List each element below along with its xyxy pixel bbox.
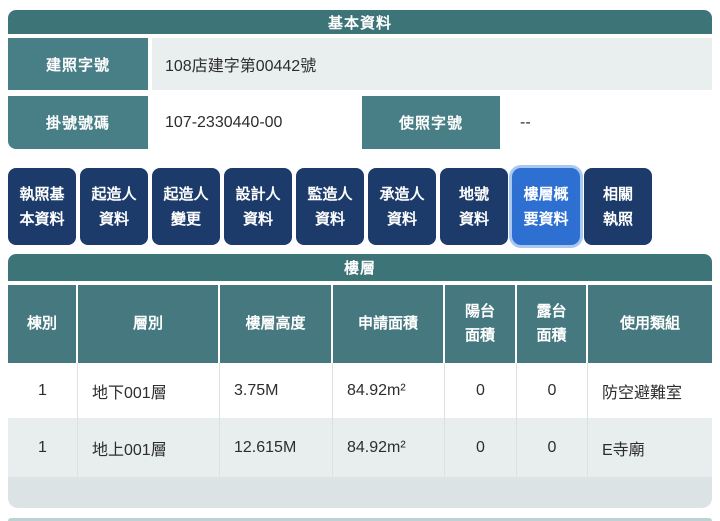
floor-table-title: 樓層 [343, 260, 376, 277]
section-tabs: 執照基 本資料 起造人 資料 起造人 變更 設計人 資料 監造人 資料 承造人 資料 地號資… [8, 168, 712, 245]
usage-permit-label: 使照字號 [362, 96, 500, 149]
registration-number-label: 掛號號碼 [8, 96, 148, 149]
col-header-applied-area: 申請面積 [333, 285, 445, 363]
table-row: 1 地下001層 3.75M 84.92m² 0 0 防空避難室 [8, 363, 712, 418]
cell-floor-height: 12.615M [220, 418, 333, 477]
tab-floor-summary-info[interactable]: 樓層概 要資料 [512, 168, 580, 245]
col-header-usage-group: 使用類組 [588, 285, 712, 363]
tab-land-number-info[interactable]: 地號 資料 [440, 168, 508, 245]
tab-builder-info[interactable]: 起造人 資料 [80, 168, 148, 245]
floor-table-header: 樓層 [8, 254, 712, 281]
cell-usage-group: E寺廟 [602, 441, 645, 459]
tab-designer-info[interactable]: 設計人 資料 [224, 168, 292, 245]
basic-info-header: 基本資料 [8, 10, 712, 34]
cell-floor: 地上001層 [78, 418, 220, 477]
permit-number-value: 108店建字第00442號 [152, 38, 712, 90]
cell-building: 1 [8, 418, 78, 477]
tab-related-licenses[interactable]: 相關 執照 [584, 168, 652, 245]
table-row: 1 地上001層 12.615M 84.92m² 0 0 E寺廟 [8, 418, 712, 477]
cell-building: 1 [8, 363, 78, 418]
building-permit-page: 基本資料 建照字號 108店建字第00442號 掛號號碼 107-2330440… [0, 0, 720, 521]
cell-balcony-area: 0 [445, 418, 517, 477]
basic-info-panel: 基本資料 建照字號 108店建字第00442號 掛號號碼 107-2330440… [8, 10, 712, 149]
tab-license-basic-info[interactable]: 執照基 本資料 [8, 168, 76, 245]
basic-info-title: 基本資料 [327, 14, 392, 32]
permit-number-label: 建照字號 [8, 38, 148, 90]
cell-balcony-area: 0 [445, 363, 517, 418]
cell-applied-area: 84.92m² [333, 363, 445, 418]
permit-number-row: 建照字號 108店建字第00442號 [8, 38, 712, 90]
tab-contractor-info[interactable]: 承造人 資料 [368, 168, 436, 245]
cell-terrace-area: 0 [517, 418, 588, 477]
cell-floor-height: 3.75M [220, 363, 333, 418]
usage-permit-value: -- [500, 96, 712, 149]
col-header-terrace-area: 露台 面積 [517, 285, 588, 363]
col-header-floor-height: 樓層高度 [220, 285, 333, 363]
tab-supervisor-info[interactable]: 監造人 資料 [296, 168, 364, 245]
floor-table-column-headers: 棟別 層別 樓層高度 申請面積 陽台 面積 露台 面積 使用類組 [8, 285, 712, 363]
cell-terrace-area: 0 [517, 363, 588, 418]
registration-number-row: 掛號號碼 107-2330440-00 使照字號 -- [8, 96, 712, 149]
cell-usage-group: 防空避難室 [602, 384, 683, 402]
floor-table: 樓層 棟別 層別 樓層高度 申請面積 陽台 面積 露台 面積 使用類組 1 地下00… [8, 254, 712, 508]
tab-builder-change[interactable]: 起造人 變更 [152, 168, 220, 245]
col-header-building: 棟別 [8, 285, 78, 363]
cell-applied-area: 84.92m² [333, 418, 445, 477]
table-footer [8, 477, 712, 508]
registration-number-value: 107-2330440-00 [148, 96, 362, 149]
col-header-balcony-area: 陽台 面積 [445, 285, 517, 363]
col-header-floor: 層別 [78, 285, 220, 363]
cell-floor: 地下001層 [78, 363, 220, 418]
